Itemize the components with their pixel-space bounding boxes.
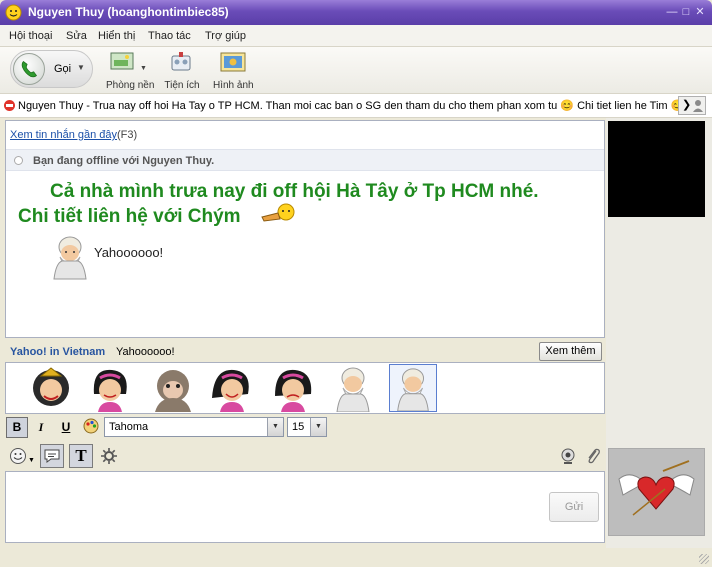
photos-icon	[220, 52, 246, 72]
girl-avatar-icon[interactable]	[86, 364, 134, 412]
resize-grip[interactable]	[699, 554, 709, 564]
background-room-label: Phòng nền	[106, 80, 155, 91]
emoticons-button[interactable]	[6, 444, 30, 468]
background-room-button[interactable]: ▼ Phòng nền	[106, 51, 155, 91]
color-palette-button[interactable]	[80, 417, 102, 438]
recent-messages-link[interactable]: Xem tin nhắn gần đây	[10, 129, 117, 141]
menu-conversation[interactable]: Hội thoại	[9, 30, 52, 42]
plugins-icon	[171, 52, 191, 71]
audible-message: Yahoooooo!	[94, 245, 164, 260]
queen-avatar-icon[interactable]	[27, 364, 75, 412]
sage-avatar-icon	[53, 236, 87, 280]
offline-notice-text: Bạn đang offline với Nguyen Thuy.	[33, 155, 215, 167]
font-size-select[interactable]: 15 ▼	[287, 417, 327, 437]
font-family-value: Tahoma	[109, 421, 149, 433]
call-label: Gọi	[54, 63, 72, 75]
font-size-value: 15	[292, 421, 305, 433]
chevron-down-icon[interactable]: ▼	[140, 65, 147, 72]
audible-text: Yahoooooo!	[116, 346, 175, 358]
photos-button[interactable]: Hình ảnh	[213, 51, 254, 91]
chevron-down-icon[interactable]: ▼	[28, 457, 35, 464]
font-family-select[interactable]: Tahoma ▼	[104, 417, 284, 437]
italic-button[interactable]: I	[30, 417, 52, 438]
input-tools: ▼ T	[0, 441, 606, 471]
status-scroll-button[interactable]: ❯	[678, 96, 706, 115]
plugins-button[interactable]: Tiện ích	[164, 51, 200, 91]
title-bar: Nguyen Thuy (hoanghontimbiec85) — □ ✕	[0, 0, 712, 25]
winged-heart-icon	[609, 449, 704, 535]
maximize-button[interactable]: □	[680, 6, 692, 18]
menu-view[interactable]: Hiển thị	[98, 30, 135, 42]
format-toolbar: B I U Tahoma ▼ 15 ▼	[0, 414, 606, 440]
menu-actions[interactable]: Thao tác	[148, 30, 191, 42]
color-palette-icon	[83, 418, 99, 434]
message-line-1: Cả nhà mình trưa nay đi off hội Hà Tây ở…	[50, 181, 539, 202]
message-input[interactable]	[6, 472, 536, 542]
window-title: Nguyen Thuy (hoanghontimbiec85)	[28, 5, 229, 19]
chevron-down-icon[interactable]: ▼	[77, 63, 85, 72]
chevron-down-icon[interactable]: ▼	[267, 418, 283, 436]
recent-messages-shortcut: (F3)	[117, 129, 138, 141]
toolbar: Gọi ▼ ▼ Phòng nền Tiện ích Hình ảnh	[0, 47, 712, 93]
attach-file-button[interactable]	[581, 444, 605, 468]
webcam-icon	[561, 448, 575, 464]
contact-display-image[interactable]	[608, 448, 705, 536]
message-input-area: Gửi	[5, 471, 605, 543]
audible-picker	[5, 362, 605, 414]
photos-label: Hình ảnh	[213, 80, 254, 91]
conversation-history[interactable]: Xem tin nhắn gần đây (F3) Bạn đang offli…	[5, 120, 605, 338]
smiley-icon	[10, 448, 26, 464]
imvironment-button[interactable]	[97, 444, 121, 468]
offline-dot-icon	[14, 156, 23, 165]
girl-sad-avatar-icon[interactable]	[269, 364, 317, 412]
plugins-label: Tiện ích	[164, 80, 200, 91]
girl-smile-avatar-icon[interactable]	[208, 364, 256, 412]
monkey-avatar-icon[interactable]	[149, 364, 197, 412]
offline-notice: Bạn đang offline với Nguyen Thuy.	[6, 149, 604, 171]
menu-edit[interactable]: Sửa	[66, 30, 87, 42]
offline-status-icon	[4, 100, 15, 111]
audible-source: Yahoo! in Vietnam	[10, 346, 106, 358]
close-button[interactable]: ✕	[694, 6, 706, 18]
bold-button[interactable]: B	[6, 417, 28, 438]
underline-button[interactable]: U	[55, 417, 77, 438]
speech-bubble-icon	[44, 449, 60, 463]
audibles-button[interactable]	[40, 444, 64, 468]
status-message: Nguyen Thuy - Trua nay off hoi Ha Tay o …	[18, 100, 678, 112]
webcam-display	[608, 121, 705, 217]
background-room-icon	[110, 52, 134, 70]
see-more-button[interactable]: Xem thêm	[539, 342, 602, 361]
webcam-button[interactable]	[556, 444, 580, 468]
menu-help[interactable]: Trợ giúp	[205, 30, 246, 42]
menu-bar: Hội thoại Sửa Hiển thị Thao tác Trợ giúp	[0, 25, 712, 47]
gear-icon	[101, 448, 117, 464]
pointing-hand-emoticon-icon	[261, 203, 295, 222]
message-line-2: Chi tiết liên hệ với Chým	[18, 206, 241, 227]
send-button[interactable]: Gửi	[549, 492, 599, 522]
status-message-bar: Nguyen Thuy - Trua nay off hoi Ha Tay o …	[0, 93, 712, 118]
chevron-right-icon: ❯	[682, 99, 692, 111]
text-format-icon: T	[75, 446, 87, 465]
text-style-button[interactable]: T	[69, 444, 93, 468]
contact-card-icon	[693, 100, 703, 112]
sage-avatar-selected-icon[interactable]	[389, 364, 437, 412]
yahoo-messenger-smiley-icon	[5, 4, 22, 21]
sage-avatar-icon[interactable]	[329, 364, 377, 412]
phone-icon	[13, 53, 45, 85]
audible-bar: Yahoo! in Vietnam Yahoooooo! Xem thêm	[5, 340, 605, 362]
paperclip-icon	[588, 448, 600, 464]
minimize-button[interactable]: —	[666, 6, 678, 18]
chevron-down-icon[interactable]: ▼	[310, 418, 326, 436]
call-button[interactable]: Gọi ▼	[10, 50, 93, 88]
